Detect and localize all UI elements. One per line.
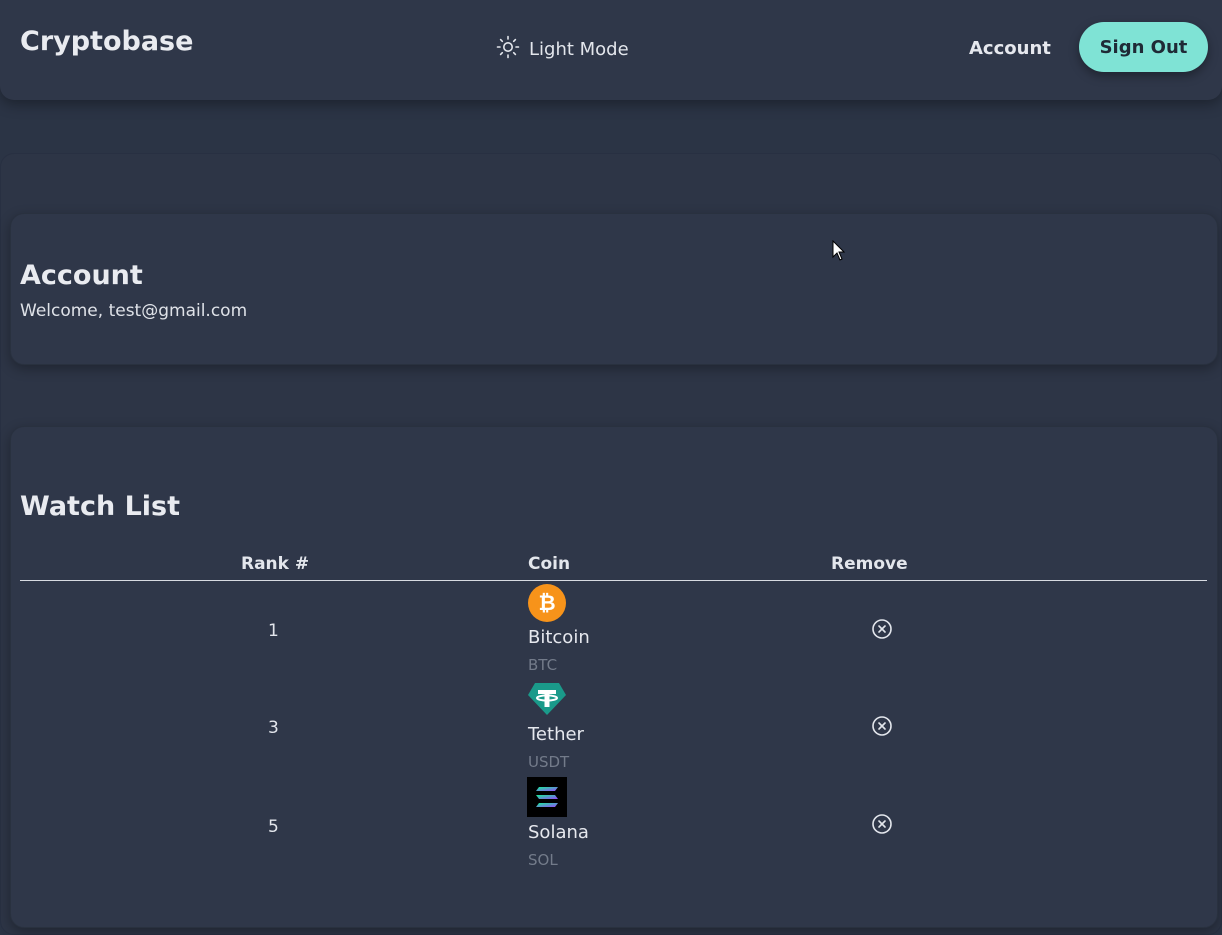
column-header-coin: Coin xyxy=(528,554,571,574)
bitcoin-icon: ₿ xyxy=(527,583,567,623)
brand-logo-text[interactable]: Cryptobase xyxy=(20,26,193,57)
account-card xyxy=(10,213,1218,365)
remove-coin-button[interactable] xyxy=(871,813,893,835)
mouse-cursor-icon xyxy=(832,239,846,266)
close-circle-icon xyxy=(872,716,892,736)
close-circle-icon xyxy=(872,814,892,834)
coin-symbol: USDT xyxy=(528,753,570,771)
column-header-remove: Remove xyxy=(831,554,908,574)
table-row: 5 Solana SOL xyxy=(0,776,1222,873)
column-header-rank: Rank # xyxy=(241,554,310,574)
welcome-text: Welcome, test@gmail.com xyxy=(20,301,248,321)
table-row: 1 ₿ Bitcoin BTC xyxy=(0,582,1222,679)
watchlist-title: Watch List xyxy=(20,491,181,522)
top-navbar: Cryptobase Light Mode Account Sign Out xyxy=(0,0,1222,100)
solana-icon xyxy=(527,777,567,817)
sun-icon xyxy=(496,35,520,63)
theme-toggle-label: Light Mode xyxy=(529,38,629,60)
theme-toggle-button[interactable]: Light Mode xyxy=(496,35,629,63)
tether-icon xyxy=(527,681,567,721)
coin-symbol: SOL xyxy=(528,851,558,869)
sign-out-button[interactable]: Sign Out xyxy=(1079,22,1208,72)
coin-name[interactable]: Tether xyxy=(528,724,584,745)
svg-text:₿: ₿ xyxy=(538,591,555,615)
remove-coin-button[interactable] xyxy=(871,618,893,640)
coin-symbol: BTC xyxy=(528,656,558,674)
rank-cell: 1 xyxy=(268,621,279,641)
rank-cell: 5 xyxy=(268,817,279,837)
remove-coin-button[interactable] xyxy=(871,715,893,737)
account-nav-link[interactable]: Account xyxy=(969,38,1051,59)
table-row: 3 Tether USDT xyxy=(0,679,1222,776)
coin-name[interactable]: Bitcoin xyxy=(528,627,590,648)
close-circle-icon xyxy=(872,619,892,639)
coin-name[interactable]: Solana xyxy=(528,822,589,843)
table-header-divider xyxy=(20,580,1207,581)
account-title: Account xyxy=(20,260,143,291)
rank-cell: 3 xyxy=(268,718,279,738)
